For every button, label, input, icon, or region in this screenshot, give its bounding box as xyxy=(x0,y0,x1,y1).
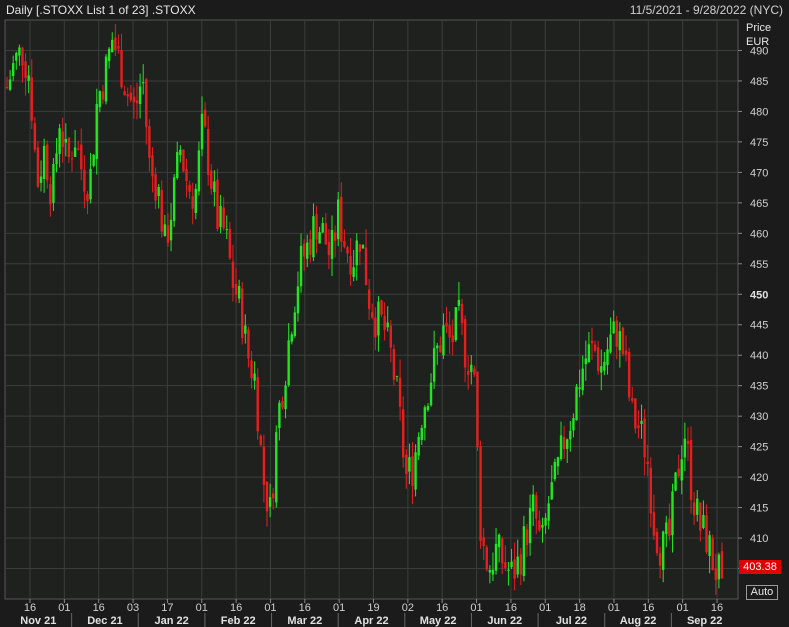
x-tick-label: 16 xyxy=(93,602,105,614)
candle xyxy=(621,326,625,357)
candle xyxy=(575,383,578,421)
candle xyxy=(36,140,40,189)
candle xyxy=(476,371,479,452)
candle xyxy=(380,299,383,317)
x-tick-label: 01 xyxy=(196,602,208,614)
x-tick-label: 16 xyxy=(436,602,448,614)
time-axis: 16 01 16 03 17 01 16 01 16 01 19 02 16 01 16 01 18 01 16 01… xyxy=(20,599,723,627)
x-tick-label: 16 xyxy=(642,602,654,614)
month-label: Nov 21 xyxy=(20,615,56,627)
y-tick-label: 430 xyxy=(750,411,768,423)
candle xyxy=(182,149,185,173)
month-label: May 22 xyxy=(420,615,457,627)
candle xyxy=(485,545,488,572)
candle xyxy=(275,425,278,508)
y-tick-label: 435 xyxy=(750,381,768,393)
y-tick-label: 475 xyxy=(750,137,768,149)
y-tick-label: 470 xyxy=(750,167,768,179)
candle xyxy=(259,434,263,447)
x-tick-label: 18 xyxy=(573,602,585,614)
month-label: Jul 22 xyxy=(556,615,587,627)
candle xyxy=(711,534,714,571)
month-label: Apr 22 xyxy=(354,615,388,627)
last-price-badge: 403.38 xyxy=(739,560,781,574)
x-tick-label: 16 xyxy=(24,602,36,614)
y-tick-label: 455 xyxy=(750,259,768,271)
candle xyxy=(392,344,396,386)
x-tick-label: 16 xyxy=(299,602,311,614)
y-tick-label: 440 xyxy=(750,350,768,362)
month-label: Jan 22 xyxy=(154,615,188,627)
y-tick-label: 450 xyxy=(750,289,768,301)
candle xyxy=(256,368,259,440)
x-tick-label: 19 xyxy=(367,602,379,614)
candle xyxy=(674,471,677,492)
candle xyxy=(634,398,637,434)
x-tick-label: 01 xyxy=(608,602,620,614)
month-label: Aug 22 xyxy=(620,615,657,627)
month-label: Jun 22 xyxy=(487,615,522,627)
x-tick-label: 01 xyxy=(333,602,345,614)
price-axis: Price EUR 405410415420425430435440445450… xyxy=(738,22,771,576)
y-tick-label: 445 xyxy=(750,320,768,332)
candle xyxy=(655,527,659,556)
y-tick-label: 410 xyxy=(750,533,768,545)
x-tick-label: 01 xyxy=(677,602,689,614)
x-tick-label: 16 xyxy=(711,602,723,614)
y-tick-label: 460 xyxy=(750,228,768,240)
candle xyxy=(172,174,176,228)
y-tick-label: 465 xyxy=(750,198,768,210)
x-tick-label: 01 xyxy=(58,602,70,614)
candle xyxy=(361,244,365,249)
x-tick-label: 16 xyxy=(230,602,242,614)
candle xyxy=(553,458,557,482)
x-tick-label: 01 xyxy=(539,602,551,614)
candle xyxy=(627,347,631,402)
price-chart[interactable]: Price EUR 405410415420425430435440445450… xyxy=(0,0,789,627)
auto-scale-button[interactable]: Auto xyxy=(746,585,778,600)
month-label: Dec 21 xyxy=(87,615,122,627)
y-tick-label: 415 xyxy=(750,503,768,515)
y-tick-label: 420 xyxy=(750,472,768,484)
x-tick-label: 02 xyxy=(402,602,414,614)
x-tick-label: 03 xyxy=(127,602,139,614)
month-label: Sep 22 xyxy=(687,615,722,627)
x-tick-label: 16 xyxy=(505,602,517,614)
candle xyxy=(241,281,244,345)
y-tick-label: 490 xyxy=(750,45,768,57)
y-tick-label: 485 xyxy=(750,76,768,88)
candle xyxy=(104,54,108,105)
x-tick-label: 17 xyxy=(161,602,173,614)
candle xyxy=(479,440,482,549)
y-tick-label: 425 xyxy=(750,442,768,454)
x-tick-label: 01 xyxy=(264,602,276,614)
month-label: Feb 22 xyxy=(221,615,256,627)
plot-area xyxy=(4,19,739,600)
price-axis-label: Price xyxy=(746,22,771,34)
month-label: Mar 22 xyxy=(287,615,322,627)
y-tick-label: 480 xyxy=(750,106,768,118)
candle xyxy=(454,307,458,342)
x-tick-label: 01 xyxy=(470,602,482,614)
candle xyxy=(92,154,95,168)
candle xyxy=(336,191,340,247)
